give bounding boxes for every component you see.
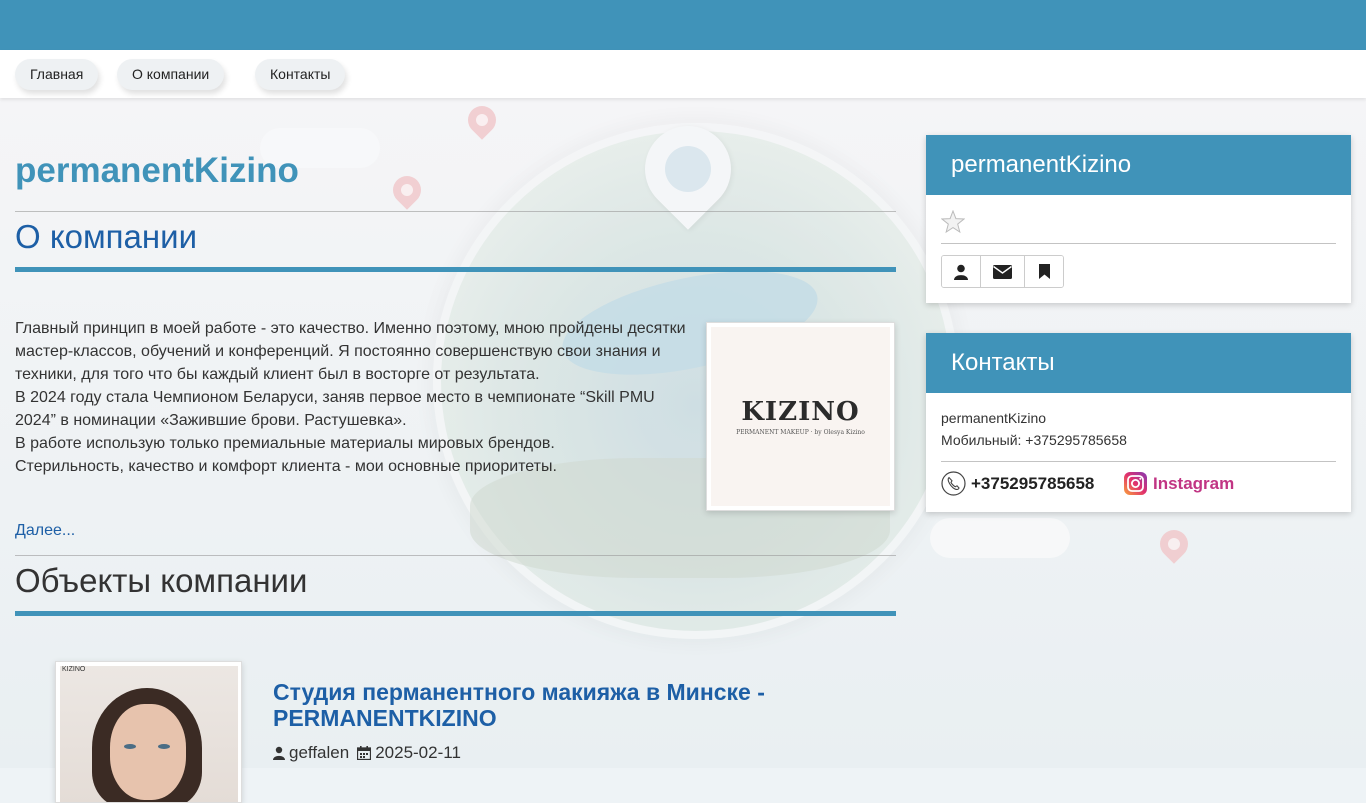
- nav-item-home[interactable]: Главная: [15, 59, 99, 90]
- bookmark-button[interactable]: [1024, 256, 1063, 287]
- photo-face: [110, 704, 186, 800]
- divider: [15, 555, 896, 556]
- read-more-link[interactable]: Далее...: [15, 522, 75, 540]
- about-heading: О компании: [15, 218, 197, 255]
- object-meta: geffalen 2025-02-11: [273, 743, 461, 763]
- profile-button[interactable]: [942, 256, 980, 287]
- profile-panel-body: [926, 195, 1351, 303]
- about-paragraph: В работе использую только премиальные ма…: [15, 435, 555, 452]
- nav-item-contacts[interactable]: Контакты: [255, 59, 346, 90]
- logo-wordmark: KIZINO: [741, 397, 860, 427]
- logo-image: KIZINO PERMANENT MAKEUP · by Olesya Kizi…: [711, 327, 890, 506]
- top-bar: [0, 0, 1366, 50]
- envelope-icon: [993, 264, 1012, 279]
- photo-eye: [124, 744, 136, 749]
- section-underline: [15, 267, 896, 272]
- phone-link[interactable]: +375295785658: [941, 471, 1094, 496]
- object-date: 2025-02-11: [375, 743, 461, 762]
- user-icon: [954, 264, 968, 280]
- company-logo[interactable]: KIZINO PERMANENT MAKEUP · by Olesya Kizi…: [706, 322, 895, 511]
- calendar-icon: [357, 746, 372, 760]
- contact-name: permanentKizino: [941, 410, 1047, 426]
- map-pin-illustration: [1154, 524, 1194, 564]
- profile-panel: permanentKizino: [926, 135, 1351, 303]
- about-text: Главный принцип в моей работе - это каче…: [15, 317, 700, 478]
- object-author[interactable]: geffalen: [289, 743, 349, 763]
- main-navigation: Главная О компании Контакты: [0, 50, 1366, 98]
- photo-tag: KIZINO: [62, 666, 86, 673]
- phone-link-label: +375295785658: [971, 473, 1095, 493]
- profile-panel-title: permanentKizino: [926, 135, 1351, 195]
- divider: [941, 461, 1336, 462]
- cloud-illustration: [930, 518, 1070, 558]
- message-button[interactable]: [980, 256, 1024, 287]
- company-title: permanentKizino: [15, 151, 299, 190]
- object-photo: KIZINO: [60, 666, 238, 802]
- contacts-panel-body: permanentKizino Мобильный: +375295785658…: [926, 393, 1351, 512]
- contacts-panel: Контакты permanentKizino Мобильный: +375…: [926, 333, 1351, 512]
- nav-item-about[interactable]: О компании: [117, 59, 225, 90]
- photo-eye: [158, 744, 170, 749]
- divider: [941, 243, 1336, 244]
- contact-mobile: Мобильный: +375295785658: [941, 432, 1127, 448]
- objects-heading: Объекты компании: [15, 562, 308, 599]
- object-thumbnail[interactable]: KIZINO: [55, 661, 242, 803]
- divider: [15, 211, 896, 212]
- bookmark-icon: [1038, 264, 1050, 279]
- instagram-link[interactable]: Instagram: [1123, 471, 1234, 496]
- contacts-panel-title: Контакты: [926, 333, 1351, 393]
- phone-icon: [941, 471, 966, 496]
- star-rating-icon[interactable]: [941, 210, 965, 234]
- object-title-link[interactable]: Студия перманентного макияжа в Минске - …: [273, 679, 893, 731]
- map-pin-illustration: [387, 170, 427, 210]
- map-pin-illustration: [462, 100, 502, 140]
- about-paragraph: В 2024 году стала Чемпионом Беларуси, за…: [15, 389, 655, 429]
- instagram-icon: [1124, 472, 1147, 495]
- profile-actions: [941, 255, 1064, 288]
- section-underline: [15, 611, 896, 616]
- user-icon: [273, 746, 285, 760]
- about-paragraph: Стерильность, качество и комфорт клиента…: [15, 458, 557, 475]
- instagram-link-label: Instagram: [1153, 473, 1235, 493]
- logo-subtitle: PERMANENT MAKEUP · by Olesya Kizino: [736, 429, 865, 436]
- about-paragraph: Главный принцип в моей работе - это каче…: [15, 320, 686, 383]
